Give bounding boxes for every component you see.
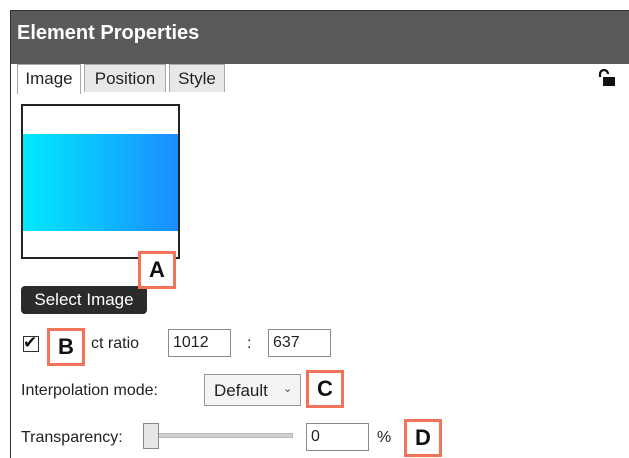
transparency-value-input[interactable]: 0: [306, 423, 369, 451]
aspect-ratio-checkbox[interactable]: ✔: [23, 333, 39, 353]
transparency-slider-track[interactable]: [143, 433, 293, 438]
chevron-down-icon: ⌄: [283, 382, 293, 395]
gradient-image: [23, 134, 178, 231]
interpolation-selected-value: Default: [214, 381, 268, 400]
select-image-button[interactable]: Select Image: [21, 286, 147, 314]
callout-d: D: [404, 419, 442, 457]
tab-style[interactable]: Style: [169, 64, 225, 92]
tab-position[interactable]: Position: [84, 64, 166, 92]
aspect-separator: :: [247, 335, 252, 352]
checkmark-icon: ✔: [23, 333, 38, 353]
interpolation-mode-select[interactable]: Default ⌄: [204, 374, 301, 406]
transparency-label: Transparency:: [21, 429, 123, 446]
panel-titlebar: Element Properties: [11, 11, 629, 64]
callout-b: B: [47, 328, 85, 366]
callout-c: C: [306, 370, 344, 408]
aspect-ratio-label: ct ratio: [91, 335, 140, 352]
transparency-unit: %: [377, 429, 392, 446]
unlocked-padlock-icon[interactable]: [597, 69, 617, 87]
panel-title: Element Properties: [17, 22, 200, 44]
image-preview: [21, 104, 180, 259]
transparency-slider-thumb[interactable]: [143, 423, 159, 449]
element-properties-panel: Element Properties Image Position Style …: [10, 10, 629, 458]
callout-a: A: [138, 251, 176, 289]
tab-image[interactable]: Image: [17, 64, 81, 94]
aspect-height-input[interactable]: 637: [268, 329, 331, 357]
interpolation-mode-label: Interpolation mode:: [21, 382, 158, 399]
aspect-width-input[interactable]: 1012: [168, 329, 231, 357]
